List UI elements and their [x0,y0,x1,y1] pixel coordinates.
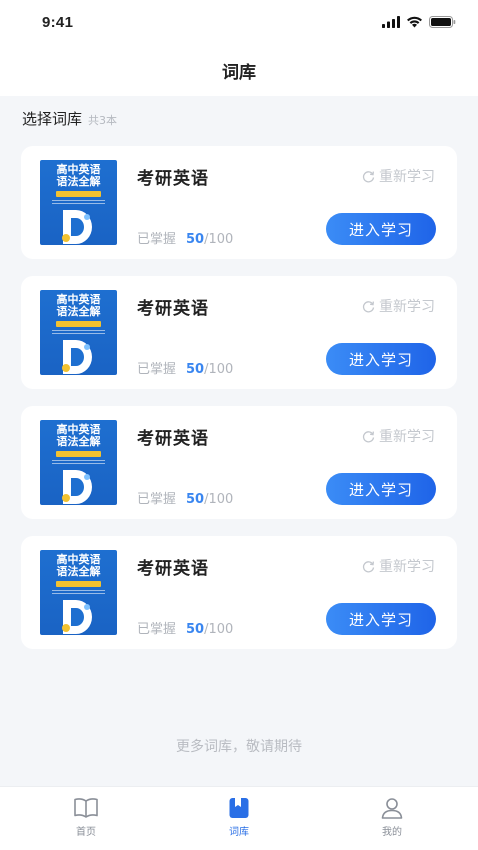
start-learning-button[interactable]: 进入学习 [326,473,436,505]
cover-title-line2: 语法全解 [56,305,101,318]
book-card: 高中英语 语法全解 考研英语 重新学习 已掌握 50 /100 进入学习 [21,276,457,389]
cover-letter-d-icon [62,210,92,244]
book-cover: 高中英语 语法全解 [40,290,117,375]
mastered-count: 50 [186,492,205,507]
mastered-count: 50 [186,622,205,637]
header: 9:41 词库 [0,0,478,96]
relearn-label: 重新学习 [379,559,435,575]
relearn-button[interactable]: 重新学习 [362,426,435,446]
mastery-label: 已掌握 [137,232,177,247]
tab-word-library[interactable]: 词库 [199,797,279,838]
page-title: 词库 [222,63,256,83]
mastery-progress: 已掌握 50 /100 [137,358,233,377]
mastery-label: 已掌握 [137,622,177,637]
tab-home[interactable]: 首页 [46,797,126,838]
total-count: /100 [204,362,234,377]
cover-title-line2: 语法全解 [56,175,101,188]
book-card: 高中英语 语法全解 考研英语 重新学习 已掌握 50 /100 进入学习 [21,406,457,519]
tab-profile-label: 我的 [382,827,402,838]
mastery-progress: 已掌握 50 /100 [137,618,233,637]
cover-lines [52,330,105,336]
total-count: /100 [204,492,234,507]
tab-bar: 首页 词库 我的 [0,786,478,850]
cover-strip [56,191,101,197]
book-name: 考研英语 [137,559,209,579]
user-icon [381,798,403,819]
cover-letter-d-icon [62,470,92,504]
relearn-label: 重新学习 [379,169,435,185]
total-count: /100 [204,232,234,247]
cover-title-line2: 语法全解 [56,435,101,448]
cover-strip [56,321,101,327]
relearn-button[interactable]: 重新学习 [362,296,435,316]
refresh-icon [362,430,375,442]
cover-letter-d-icon [62,600,92,634]
bookmark-book-icon [229,798,249,818]
total-count: /100 [204,622,234,637]
book-cover: 高中英语 语法全解 [40,550,117,635]
more-coming-note: 更多词库，敬请期待 [176,739,302,755]
refresh-icon [362,300,375,312]
wifi-icon [407,16,422,28]
mastery-progress: 已掌握 50 /100 [137,488,233,507]
relearn-label: 重新学习 [379,429,435,445]
relearn-label: 重新学习 [379,299,435,315]
start-learning-button[interactable]: 进入学习 [326,603,436,635]
battery-icon [429,16,456,28]
word-library-screen: 9:41 词库 选择词库 共3本 高中英语 语法全解 考研英语 重新学习 已掌握… [0,0,478,850]
book-card: 高中英语 语法全解 考研英语 重新学习 已掌握 50 /100 进入学习 [21,146,457,259]
refresh-icon [362,170,375,182]
book-name: 考研英语 [137,169,209,189]
mastery-label: 已掌握 [137,492,177,507]
book-name: 考研英语 [137,299,209,319]
refresh-icon [362,560,375,572]
book-name: 考研英语 [137,429,209,449]
relearn-button[interactable]: 重新学习 [362,166,435,186]
start-learning-button[interactable]: 进入学习 [326,213,436,245]
mastered-count: 50 [186,362,205,377]
cover-strip [56,581,101,587]
cover-title-line2: 语法全解 [56,565,101,578]
book-count: 共3本 [88,114,118,127]
book-open-icon [74,798,98,818]
cover-lines [52,200,105,206]
cover-lines [52,590,105,596]
tab-profile[interactable]: 我的 [352,797,432,838]
mastered-count: 50 [186,232,205,247]
tab-home-label: 首页 [76,827,96,838]
mastery-progress: 已掌握 50 /100 [137,228,233,247]
start-learning-button[interactable]: 进入学习 [326,343,436,375]
cover-strip [56,451,101,457]
mastery-label: 已掌握 [137,362,177,377]
tab-word-library-label: 词库 [229,827,249,838]
signal-icon [382,16,400,28]
section-title: 选择词库 [22,110,83,128]
cover-letter-d-icon [62,340,92,374]
cover-lines [52,460,105,466]
status-icons [382,16,456,28]
book-card: 高中英语 语法全解 考研英语 重新学习 已掌握 50 /100 进入学习 [21,536,457,649]
book-cover: 高中英语 语法全解 [40,420,117,505]
status-time: 9:41 [42,14,74,31]
book-cover: 高中英语 语法全解 [40,160,117,245]
relearn-button[interactable]: 重新学习 [362,556,435,576]
section-header: 选择词库 共3本 [22,108,117,129]
